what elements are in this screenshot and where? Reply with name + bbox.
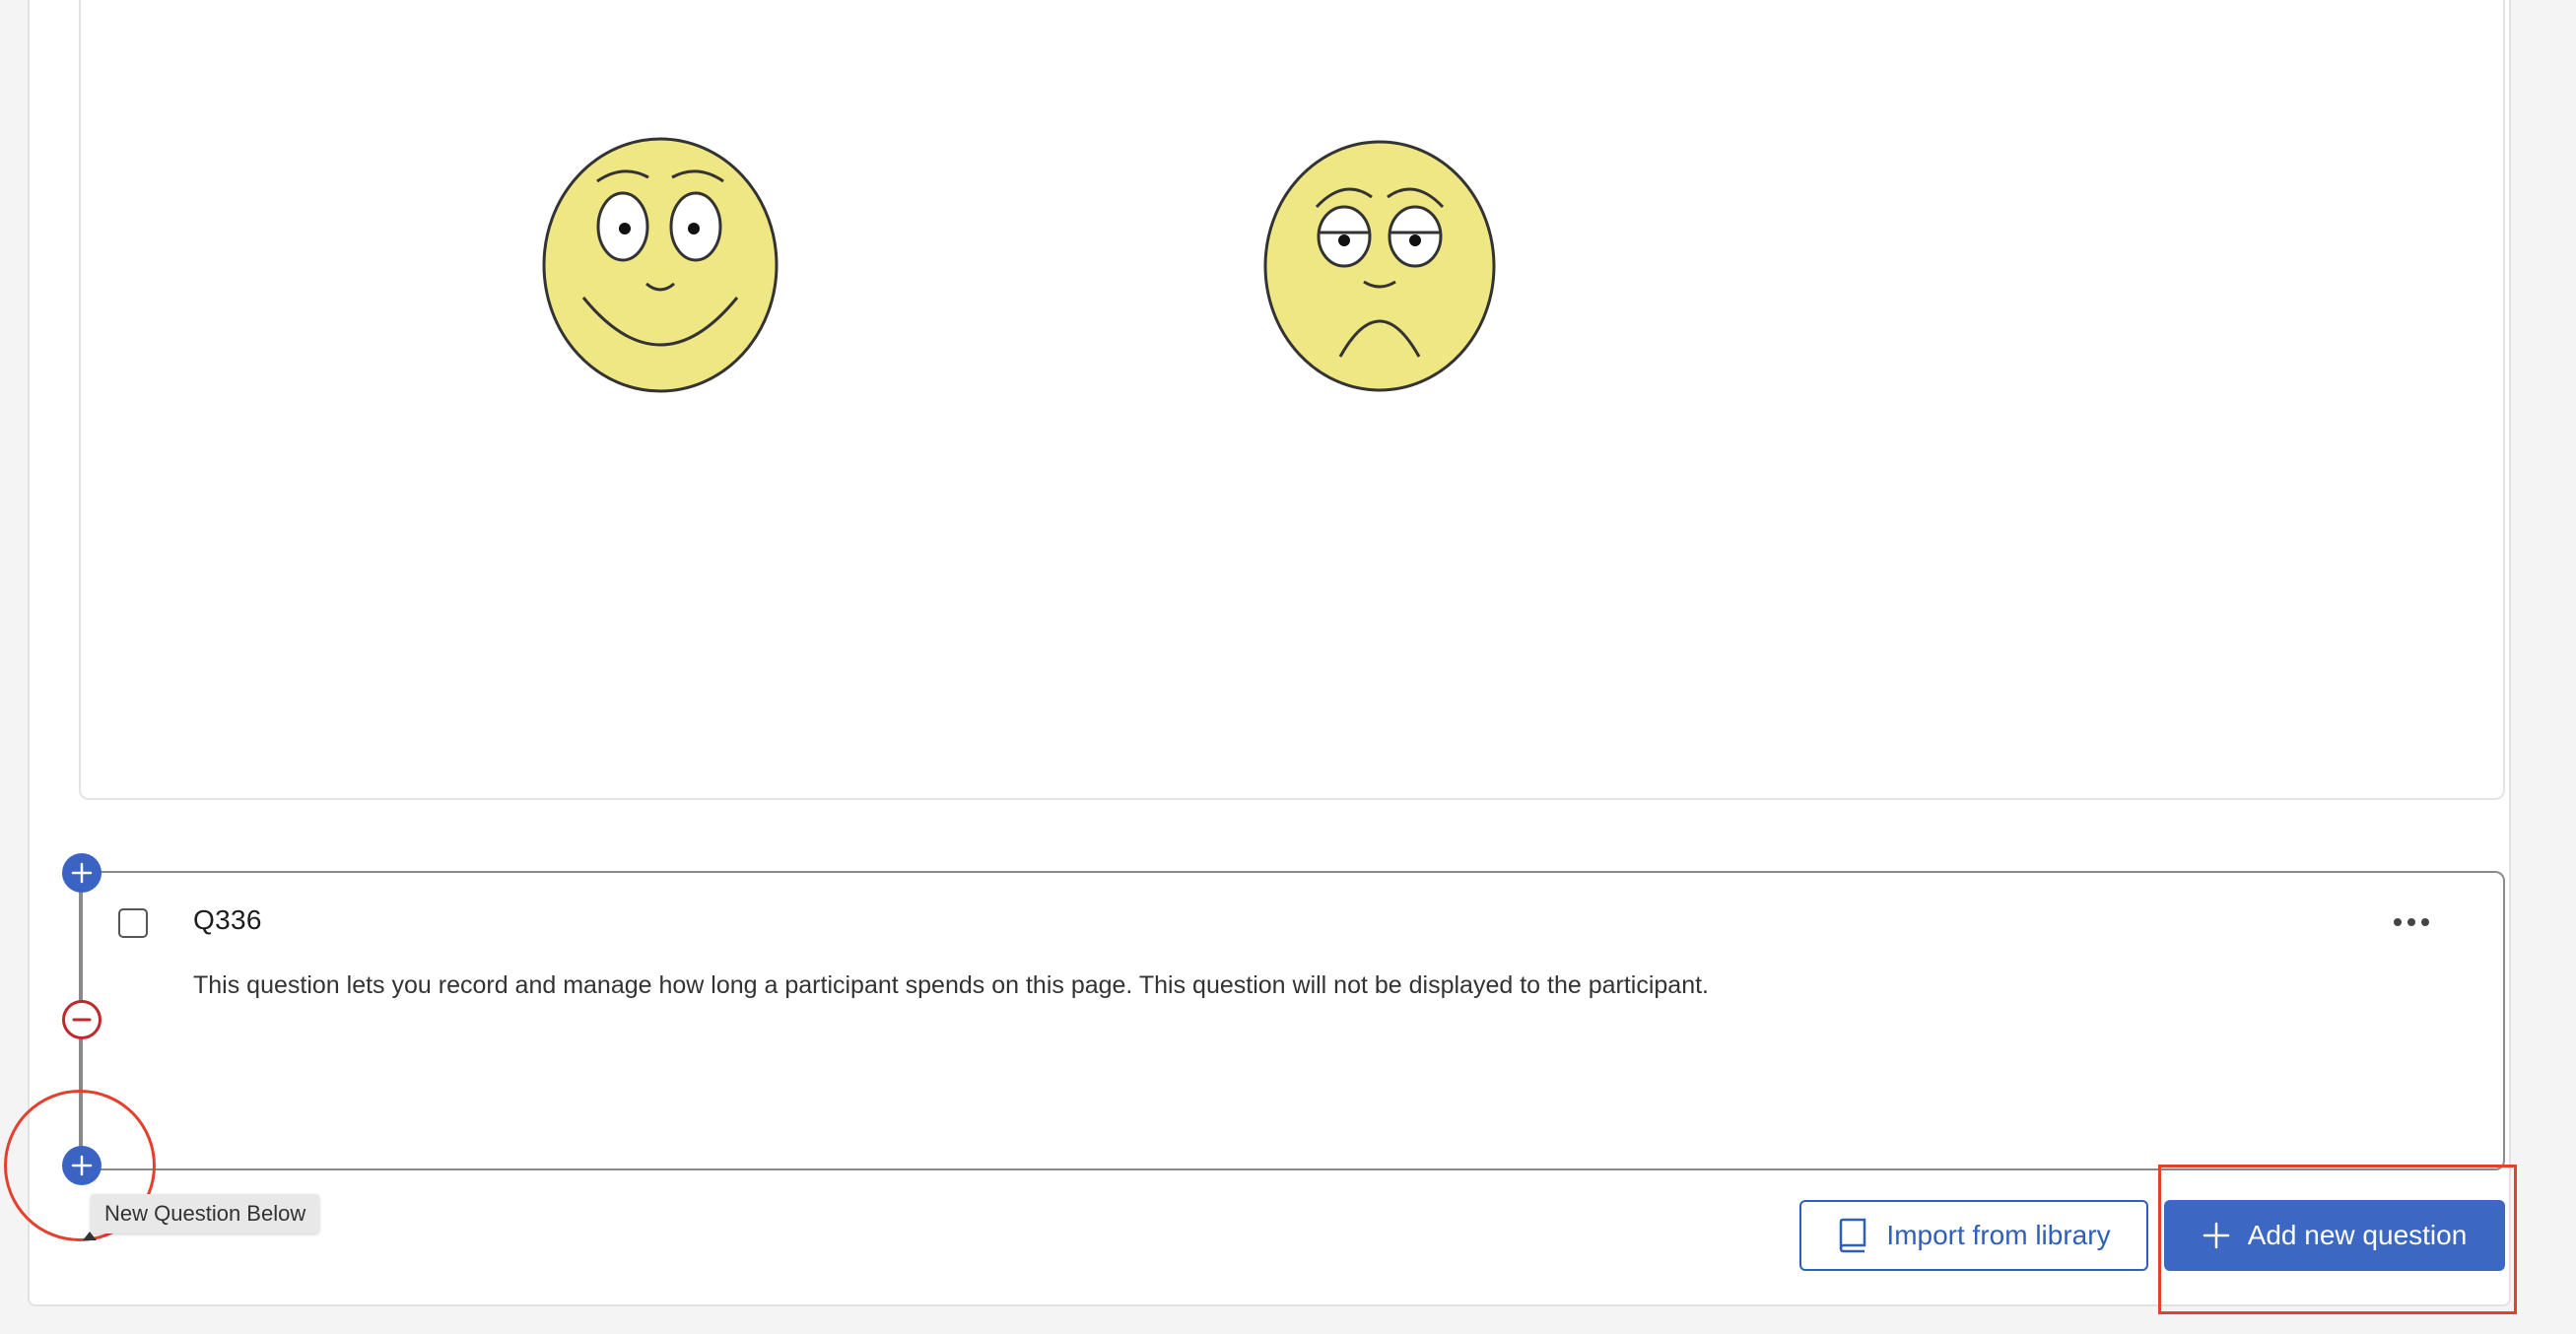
question-select-checkbox[interactable] bbox=[118, 908, 148, 938]
add-new-question-button[interactable]: Add new question bbox=[2164, 1200, 2505, 1271]
question-description: This question lets you record and manage… bbox=[193, 971, 1709, 999]
add-question-above-button[interactable] bbox=[62, 853, 102, 893]
remove-question-button[interactable] bbox=[62, 1000, 102, 1039]
question-id: Q336 bbox=[193, 904, 262, 935]
sad-face-icon[interactable] bbox=[1261, 138, 1498, 396]
happy-face-icon[interactable] bbox=[540, 134, 780, 396]
import-from-library-button[interactable]: Import from library bbox=[1799, 1200, 2148, 1271]
new-question-tooltip: New Question Below bbox=[91, 1194, 320, 1234]
plus-icon bbox=[71, 1155, 93, 1176]
import-from-library-label: Import from library bbox=[1886, 1220, 2111, 1250]
question-more-button[interactable] bbox=[2389, 906, 2434, 938]
add-new-question-label: Add new question bbox=[2247, 1220, 2468, 1250]
book-icon bbox=[1840, 1218, 1866, 1253]
timing-question-card[interactable] bbox=[79, 871, 2505, 1170]
add-question-below-button[interactable] bbox=[62, 1146, 102, 1185]
minus-icon bbox=[72, 1018, 92, 1022]
plus-icon bbox=[71, 862, 93, 884]
more-horizontal-icon bbox=[2394, 918, 2402, 926]
tooltip-arrow bbox=[83, 1232, 97, 1240]
image-question-card[interactable] bbox=[79, 0, 2505, 800]
plus-icon bbox=[2203, 1222, 2229, 1249]
